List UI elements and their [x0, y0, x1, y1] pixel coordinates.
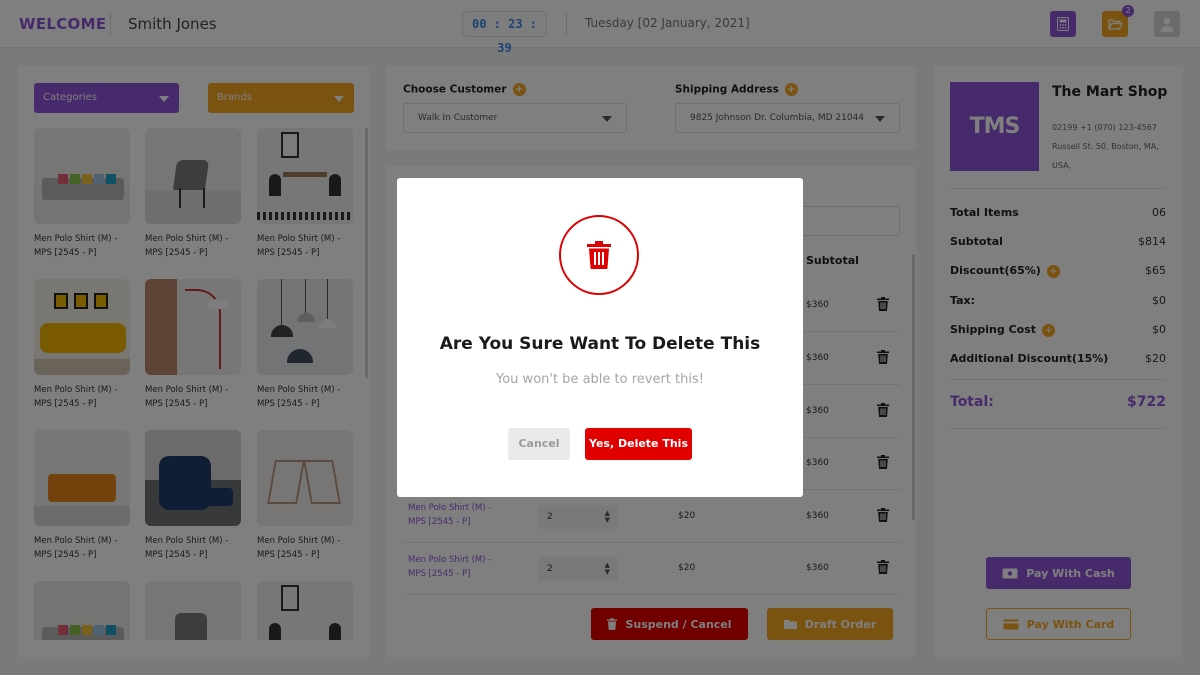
confirm-delete-button[interactable]: Yes, Delete This	[585, 428, 692, 460]
cancel-button[interactable]: Cancel	[508, 428, 570, 460]
dialog-title: Are You Sure Want To Delete This	[439, 334, 761, 354]
delete-confirm-dialog: Are You Sure Want To Delete This You won…	[397, 178, 803, 497]
delete-icon-ring	[559, 215, 639, 295]
dialog-subtitle: You won't be able to revert this!	[496, 372, 704, 387]
trash-icon	[587, 241, 611, 269]
